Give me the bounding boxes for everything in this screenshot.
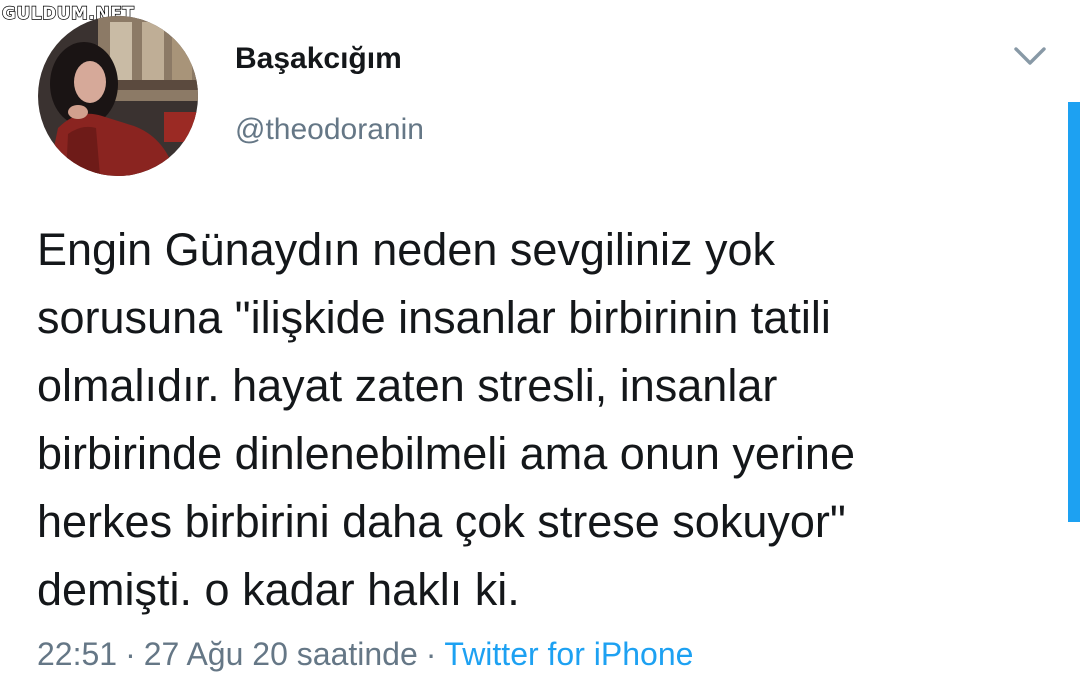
meta-separator: ·: [125, 636, 136, 672]
avatar[interactable]: [38, 16, 198, 176]
tweet-source-link[interactable]: Twitter for iPhone: [444, 636, 693, 672]
chevron-down-icon[interactable]: [1012, 42, 1048, 70]
tweet-date: 27 Ağu 20 saatinde: [143, 636, 418, 672]
tweet-time: 22:51: [37, 636, 118, 672]
meta-separator: ·: [425, 636, 437, 672]
tweet-text: Engin Günaydın neden sevgiliniz yok soru…: [37, 224, 855, 615]
user-handle[interactable]: @theodoranin: [235, 111, 424, 149]
tweet-meta: 22:51 · 27 Ağu 20 saatinde · Twitter for iPh…: [37, 633, 693, 675]
avatar-photo: [38, 16, 198, 176]
scrollbar[interactable]: [1068, 102, 1080, 522]
display-name[interactable]: Başakcığım: [235, 40, 402, 78]
